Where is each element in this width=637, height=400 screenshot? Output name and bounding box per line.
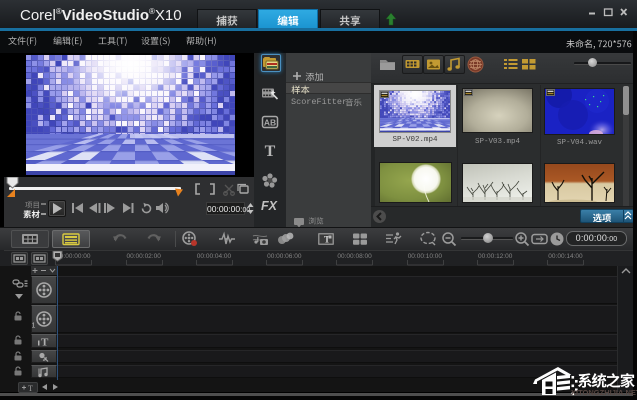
svg-text:AB: AB (264, 118, 276, 128)
svg-text:T: T (265, 143, 276, 158)
svg-text:T: T (41, 337, 49, 347)
svg-text:T: T (28, 384, 33, 392)
